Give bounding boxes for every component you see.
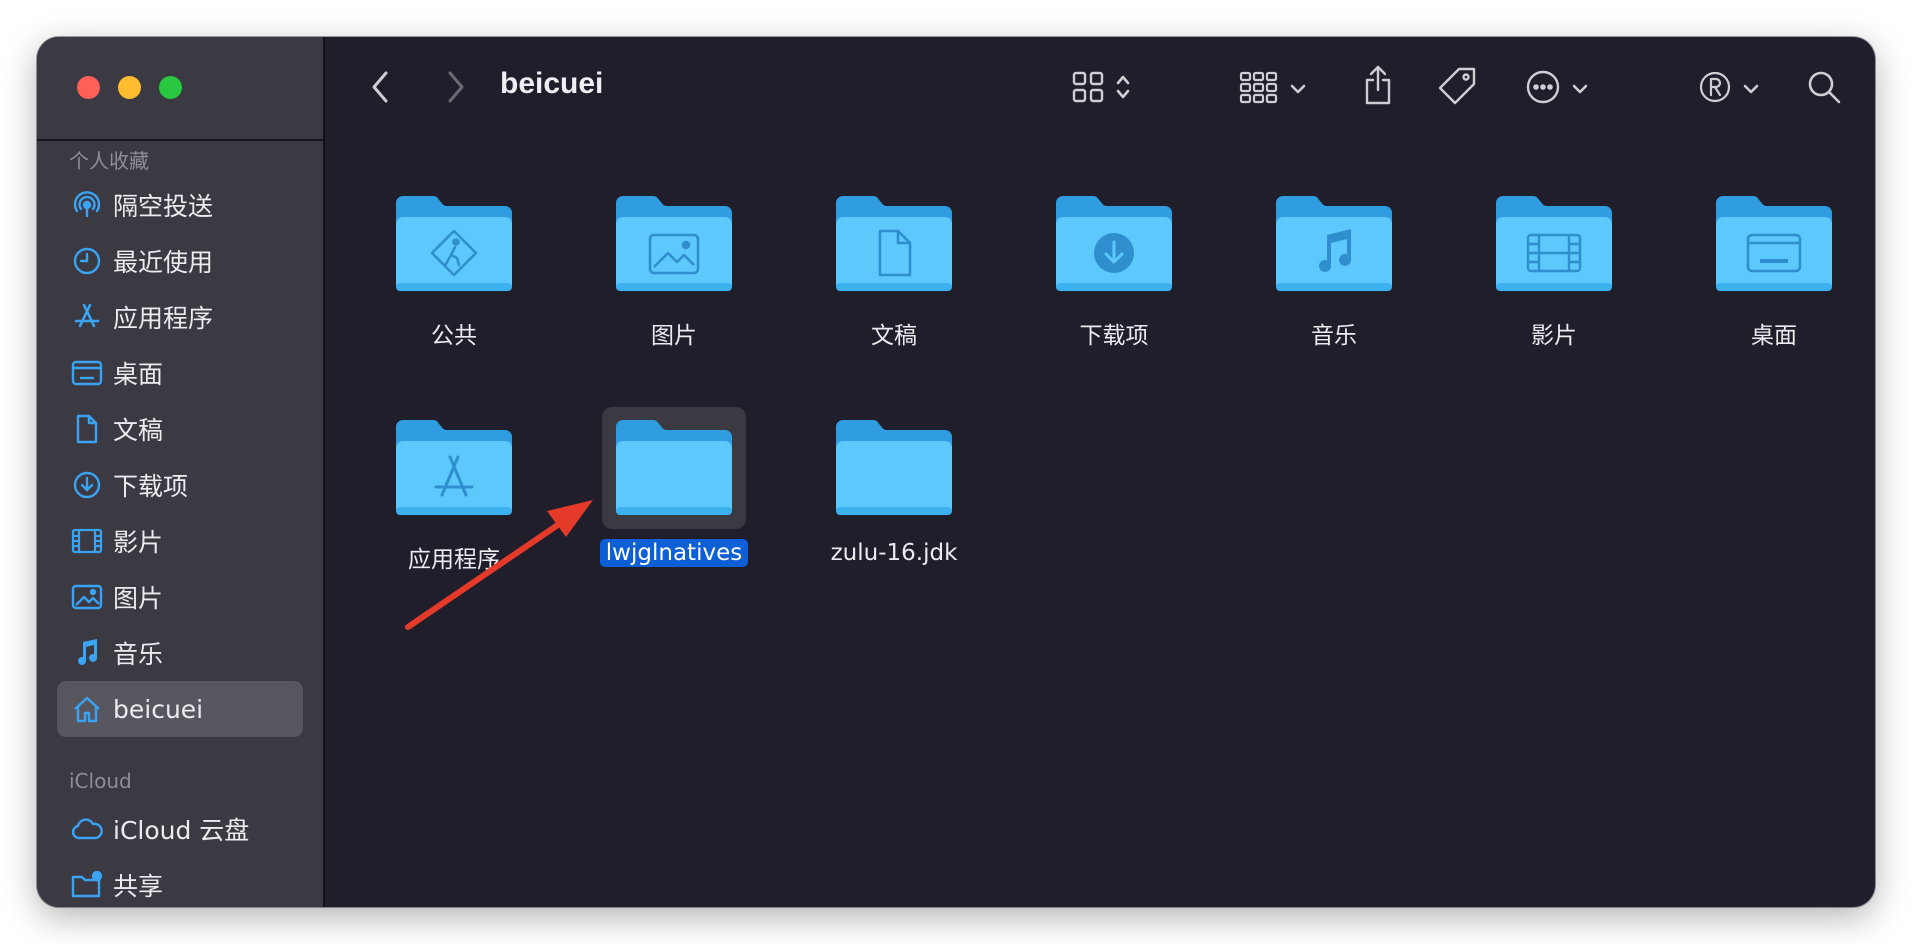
finder-window: 个人收藏 隔空投送 最近使用 应用程序 桌面 文稿 下载项 影片 图片 音乐 b… [37,37,1875,907]
annotation-arrow-icon [405,500,593,630]
